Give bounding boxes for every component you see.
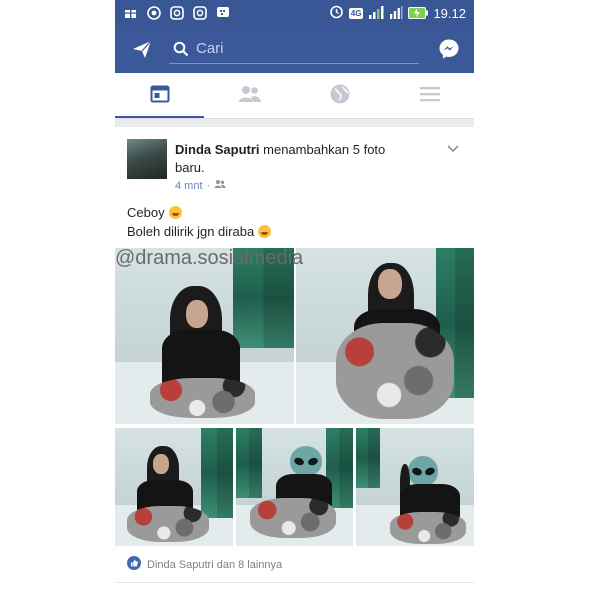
instagram-icon (169, 5, 184, 20)
tab-menu[interactable] (385, 73, 474, 118)
notification-icons (123, 5, 230, 20)
globe-icon (329, 83, 351, 109)
tab-friends[interactable] (205, 73, 294, 118)
photo-subject-legs (250, 498, 336, 538)
alien-emoji-sticker (290, 446, 322, 476)
gift-icon (123, 5, 138, 20)
system-indicators: 4G 19.12 (329, 4, 466, 23)
tab-news-feed[interactable] (115, 73, 204, 118)
network-badge: 4G (348, 8, 364, 19)
instagram-icon (192, 5, 207, 20)
nav-tabs (115, 73, 474, 119)
tab-notifications[interactable] (295, 73, 384, 118)
alarm-icon (329, 4, 344, 23)
pixelated-region (236, 428, 262, 498)
post-card: Dinda Saputri menambahkan 5 foto baru. 4… (115, 127, 474, 590)
app-bar: Cari (115, 25, 474, 73)
post-header: Dinda Saputri menambahkan 5 foto baru. (175, 141, 415, 177)
emoji-icon (258, 225, 272, 238)
active-tab-indicator (115, 116, 204, 118)
post-time[interactable]: 4 mnt (175, 180, 203, 192)
emoji-icon (168, 206, 182, 219)
pixelated-region (356, 428, 380, 488)
separator-dot: · (206, 179, 211, 192)
messenger-icon[interactable] (438, 38, 460, 64)
signal-icon (389, 4, 403, 23)
reactions-summary[interactable]: Dinda Saputri dan 8 lainnya (127, 556, 282, 573)
author-name[interactable]: Dinda Saputri (175, 142, 260, 157)
post-meta: 4 mnt · (175, 179, 226, 192)
phone-screen: 4G 19.12 Cari Dinda Saputri menambahkan … (115, 0, 474, 590)
send-icon[interactable] (131, 38, 153, 64)
friends-audience-icon (214, 179, 226, 192)
alien-emoji-sticker (408, 456, 438, 486)
menu-icon (419, 85, 441, 107)
like-icon (127, 556, 141, 573)
news-feed-icon (150, 84, 170, 108)
signal-icon (368, 4, 384, 23)
photo-subject-legs (390, 512, 466, 544)
likes-text: Dinda Saputri dan 8 lainnya (147, 558, 283, 571)
pixelated-region (201, 428, 233, 518)
caption-line-2: Boleh dilirik jgn diraba (127, 224, 255, 239)
search-placeholder: Cari (196, 40, 224, 57)
whatsapp-icon (146, 5, 161, 20)
search-icon (173, 41, 189, 61)
battery-charging-icon (408, 4, 429, 23)
friends-icon (238, 84, 262, 108)
search-input[interactable]: Cari (169, 35, 419, 64)
caption-line-1: Ceboy (127, 205, 165, 220)
bbm-icon (215, 5, 230, 20)
divider (115, 582, 474, 583)
post-caption: Ceboy Boleh dilirik jgn diraba (127, 203, 272, 241)
avatar[interactable] (127, 139, 167, 179)
photo-5[interactable] (356, 428, 474, 546)
clock: 19.12 (433, 6, 466, 21)
status-bar: 4G 19.12 (115, 0, 474, 25)
watermark: @drama.sosialmedia (115, 247, 304, 269)
photo-1[interactable] (115, 248, 294, 424)
photo-3[interactable] (115, 428, 233, 546)
photo-2[interactable] (296, 248, 474, 424)
photo-4[interactable] (236, 428, 353, 546)
chevron-down-icon[interactable] (446, 139, 460, 158)
